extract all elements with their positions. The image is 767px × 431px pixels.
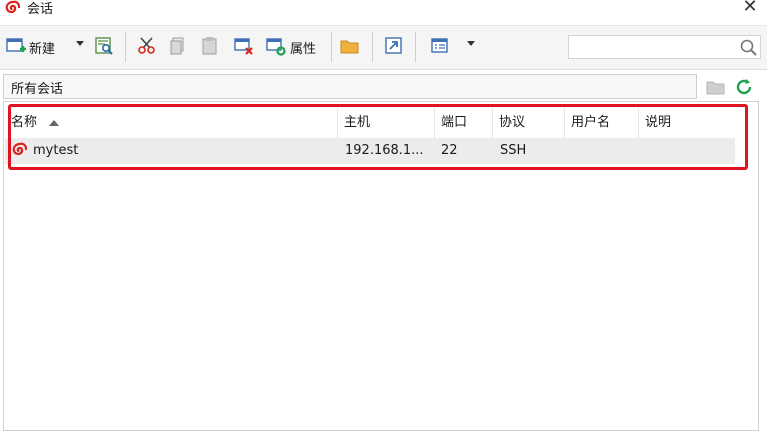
column-header-note[interactable]: 说明 xyxy=(639,108,735,138)
cut-icon[interactable] xyxy=(137,36,157,58)
table-header: 名称 主机 端口 协议 用户名 说明 xyxy=(5,108,735,139)
toolbar-separator xyxy=(372,32,373,62)
delete-icon[interactable] xyxy=(234,36,254,58)
sort-ascending-icon xyxy=(49,119,60,126)
toolbar-separator xyxy=(415,32,416,62)
toolbar-separator xyxy=(331,32,332,62)
column-header-user[interactable]: 用户名 xyxy=(565,108,639,138)
search-input[interactable] xyxy=(568,35,761,59)
view-icon[interactable] xyxy=(430,36,450,58)
session-note xyxy=(646,138,726,164)
paste-icon[interactable] xyxy=(200,36,220,58)
session-protocol: SSH xyxy=(500,143,527,158)
properties-button[interactable]: 属性 xyxy=(290,38,316,57)
toolbar-separator xyxy=(125,32,126,62)
open-folder-icon[interactable] xyxy=(340,36,360,58)
path-text: 所有会话 xyxy=(11,82,64,97)
session-user xyxy=(572,138,632,164)
column-header-name[interactable]: 名称 xyxy=(5,108,338,138)
view-dropdown-caret[interactable] xyxy=(467,41,475,46)
refresh-icon[interactable] xyxy=(734,77,754,97)
column-header-port[interactable]: 端口 xyxy=(435,108,493,138)
folder-icon[interactable] xyxy=(706,79,726,95)
session-path-bar[interactable]: 所有会话 xyxy=(3,74,697,99)
app-logo-icon xyxy=(5,0,21,14)
session-port: 22 xyxy=(441,143,458,158)
column-header-host[interactable]: 主机 xyxy=(338,108,435,138)
shortcut-icon[interactable] xyxy=(384,36,404,58)
copy-icon[interactable] xyxy=(168,36,188,58)
column-header-protocol[interactable]: 协议 xyxy=(493,108,565,138)
window-title: 会话 xyxy=(27,2,54,17)
session-name: mytest xyxy=(33,143,79,158)
search-icon[interactable] xyxy=(739,38,759,58)
table-row[interactable]: mytest 192.168.1... 22 SSH xyxy=(5,138,735,164)
session-logo-icon xyxy=(12,142,28,156)
title-bar: 会话 ✕ xyxy=(0,0,767,22)
new-dropdown-caret[interactable] xyxy=(76,41,84,46)
properties-icon[interactable] xyxy=(266,36,286,58)
find-session-icon[interactable] xyxy=(95,36,115,58)
close-button[interactable]: ✕ xyxy=(738,0,762,18)
session-host: 192.168.1... xyxy=(345,143,424,158)
new-button[interactable]: 新建 xyxy=(29,38,55,57)
new-session-icon[interactable] xyxy=(6,36,26,58)
